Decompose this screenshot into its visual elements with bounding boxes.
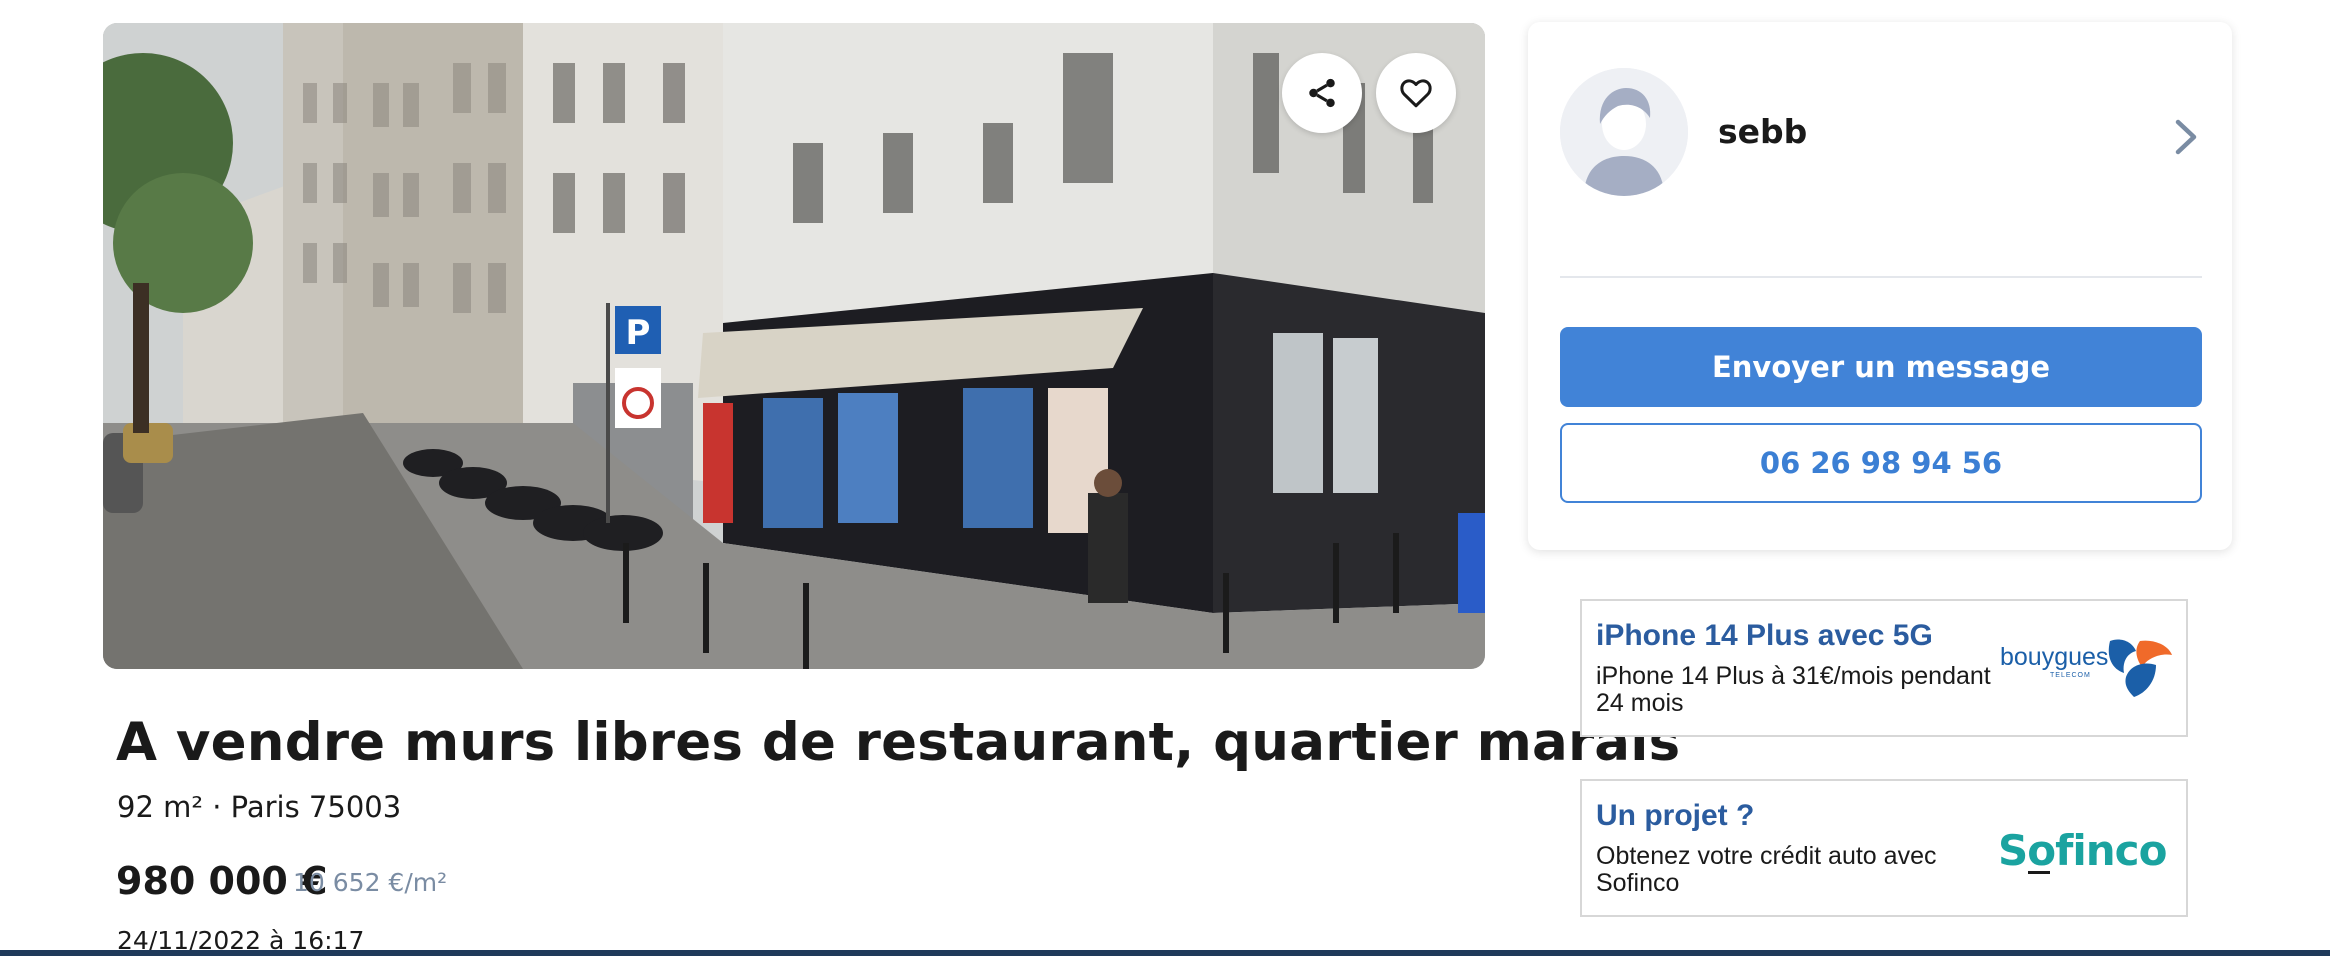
send-message-button[interactable]: Envoyer un message	[1560, 327, 2202, 407]
bouygues-logo-text: bouygues	[2000, 643, 2108, 671]
favorite-button[interactable]	[1376, 53, 1456, 133]
ad-description: iPhone 14 Plus à 31€/mois pendant 24 moi…	[1596, 662, 1991, 717]
share-icon	[1309, 78, 1335, 108]
bouygues-logo: bouygues TELECOM	[2000, 639, 2172, 697]
sofinco-logo: Sofinco	[1998, 826, 2168, 875]
bottom-divider	[0, 950, 2330, 956]
heart-icon	[1400, 79, 1432, 108]
listing-photo[interactable]: P	[103, 23, 1485, 669]
chevron-right-icon[interactable]	[2168, 114, 2204, 160]
seller-card: sebb Envoyer un message 06 26 98 94 56	[1528, 22, 2232, 550]
phone-number-button[interactable]: 06 26 98 94 56	[1560, 423, 2202, 503]
ad-title[interactable]: iPhone 14 Plus avec 5G	[1596, 619, 1933, 653]
listing-title: A vendre murs libres de restaurant, quar…	[116, 712, 1681, 773]
ad-sofinco[interactable]: Un projet ? Obtenez votre crédit auto av…	[1580, 779, 2188, 917]
seller-name[interactable]: sebb	[1718, 112, 1807, 151]
listing-subtitle: 92 m² · Paris 75003	[117, 790, 402, 824]
street-photo-image: P	[103, 23, 1485, 669]
price-per-m2: 10 652 €/m²	[293, 868, 448, 897]
share-button[interactable]	[1282, 53, 1362, 133]
avatar[interactable]	[1560, 68, 1688, 196]
ad-bouygues[interactable]: iPhone 14 Plus avec 5G iPhone 14 Plus à …	[1580, 599, 2188, 737]
ad-description: Obtenez votre crédit auto avec Sofinco	[1596, 842, 1937, 897]
user-avatar-icon	[1560, 68, 1688, 196]
sofinco-logo-text: Sofinco	[1998, 826, 2167, 875]
seller-divider	[1560, 276, 2202, 278]
ad-title[interactable]: Un projet ?	[1596, 799, 1754, 833]
bouygues-logo-subtext: TELECOM	[2050, 672, 2091, 679]
svg-text:P: P	[626, 313, 651, 353]
